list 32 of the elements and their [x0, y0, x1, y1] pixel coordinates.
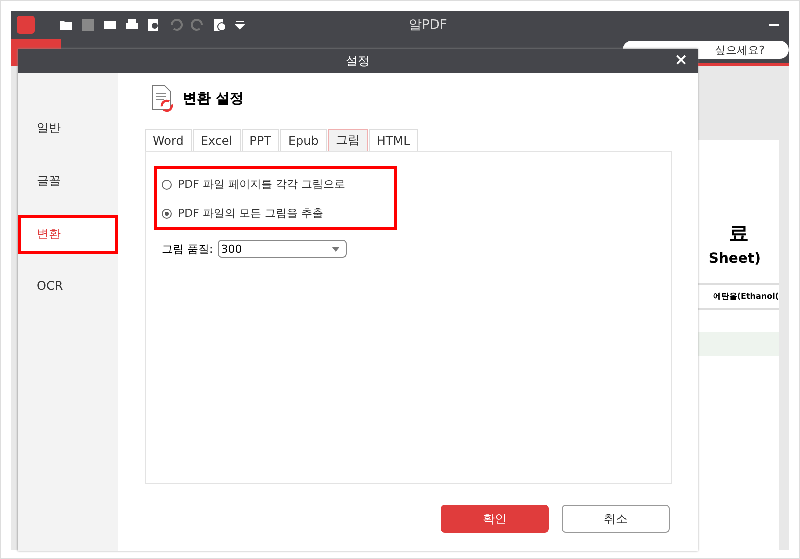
sidebar-item[interactable]: 글꼴: [18, 162, 118, 201]
tab[interactable]: 그림: [328, 129, 368, 151]
option-label: PDF 파일의 모든 그림을 추출: [178, 206, 324, 221]
cancel-button[interactable]: 취소: [562, 505, 670, 533]
sidebar-item[interactable]: 변환: [18, 215, 118, 254]
sidebar-item[interactable]: 일반: [18, 109, 118, 148]
tab[interactable]: Word: [145, 129, 192, 151]
tab[interactable]: PPT: [242, 129, 280, 151]
window-title: 알PDF: [409, 17, 448, 34]
print-icon[interactable]: [125, 18, 139, 32]
confirm-button[interactable]: 확인: [441, 505, 549, 533]
tab[interactable]: HTML: [368, 129, 418, 151]
folder-icon[interactable]: [59, 18, 73, 32]
quality-dropdown[interactable]: 300: [218, 240, 348, 258]
document-heading: 료: [729, 220, 749, 247]
caret-icon: [332, 246, 340, 252]
pdf-logo-icon: [17, 16, 35, 34]
dialog-title: 설정: [346, 52, 370, 70]
sidebar-item[interactable]: OCR: [18, 268, 118, 304]
document-subheading: Sheet): [708, 251, 761, 267]
radio-option[interactable]: PDF 파일 페이지를 각각 그림으로: [162, 177, 394, 192]
quality-label: 그림 품질:: [162, 242, 214, 256]
section-heading: 변환 설정: [183, 90, 244, 108]
radio-option[interactable]: PDF 파일의 모든 그림을 추출: [162, 206, 394, 221]
radio-button[interactable]: [162, 208, 172, 218]
document-convert-icon: [151, 85, 175, 113]
tab[interactable]: Excel: [192, 129, 241, 151]
radio-button[interactable]: [162, 180, 172, 190]
table-cell: 에탄올(Ethanol(: [713, 291, 779, 302]
dropdown-icon[interactable]: [235, 20, 245, 30]
tab[interactable]: Epub: [280, 129, 327, 151]
option-label: PDF 파일 페이지를 각각 그림으로: [178, 177, 346, 192]
